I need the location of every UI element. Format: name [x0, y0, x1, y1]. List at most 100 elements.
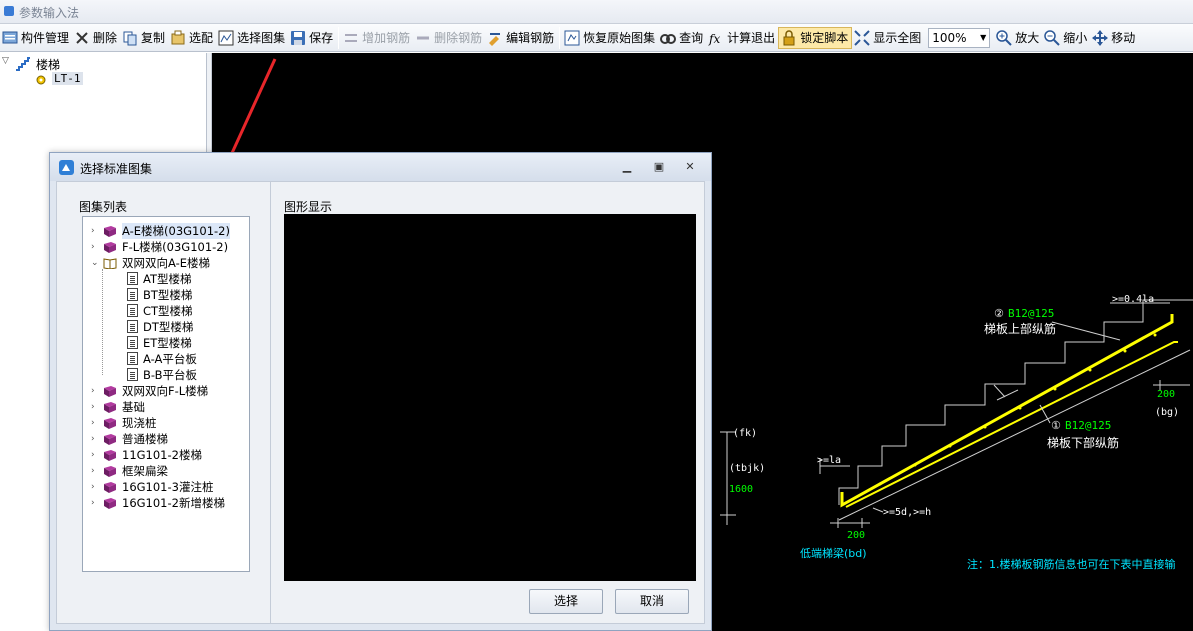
copy-icon: [123, 31, 137, 45]
chevron-right-icon[interactable]: ›: [91, 495, 101, 511]
zoom-out-button[interactable]: 缩小: [1042, 26, 1090, 50]
dim-label-5d: >=5d,>=h: [883, 507, 931, 518]
atlas-select-button[interactable]: 选择图集: [216, 26, 288, 50]
dim-line-vertical: [720, 431, 736, 525]
section-mark: [993, 384, 1019, 401]
leader-line-top: [1051, 321, 1121, 341]
zoom-select[interactable]: 100% ▼: [928, 27, 991, 48]
move-button[interactable]: 移动: [1090, 26, 1138, 50]
atlas-list-label: 图集列表: [79, 200, 128, 214]
zoom-in-icon: [996, 29, 1012, 46]
chevron-right-icon[interactable]: ›: [91, 399, 101, 415]
dialog-app-icon: [59, 160, 74, 175]
low-beam-label: 低端梯梁(bd): [800, 546, 867, 560]
maximize-icon[interactable]: ▣: [651, 160, 667, 174]
chevron-down-icon[interactable]: ▽: [2, 56, 9, 66]
document-icon: [127, 288, 138, 301]
dialog-titlebar[interactable]: 选择标准图集 ▁ ▣ ✕: [50, 153, 711, 181]
component-manage-icon: [2, 31, 18, 43]
chevron-right-icon[interactable]: ›: [91, 383, 101, 399]
delete-rebar-button[interactable]: 删除钢筋: [413, 26, 485, 50]
dialog-body: 图集列表 › A-E楼梯(03G101-2) › F-L楼梯(03G101-2) ⌄ 双网…: [56, 181, 705, 624]
component-manage-button[interactable]: 构件管理: [0, 26, 72, 50]
chevron-right-icon[interactable]: ›: [91, 463, 101, 479]
window-title: 参数输入法: [19, 6, 80, 20]
document-icon: [127, 336, 138, 349]
toolbar-separator: [338, 26, 340, 49]
close-icon[interactable]: ✕: [682, 160, 698, 174]
restore-atlas-button[interactable]: 恢复原始图集: [562, 26, 658, 50]
bottom-rebar-line: [845, 341, 1178, 508]
book-icon: [104, 386, 116, 397]
main-toolbar: 构件管理 删除 复制 选配 选择图集 保存 增加钢筋 删除钢筋 编辑钢筋 恢复原…: [0, 24, 1193, 52]
dim-label-fk: (fk): [733, 428, 757, 439]
query-button[interactable]: 查询: [658, 26, 706, 50]
book-icon: [104, 242, 116, 253]
top-rebar-spec: B12@125: [1008, 307, 1054, 320]
dim-label-04la: >=0.4la: [1112, 294, 1154, 305]
top-rebar-num: ②: [994, 307, 1004, 320]
add-rebar-button[interactable]: 增加钢筋: [341, 26, 413, 50]
bottom-rebar-spec: B12@125: [1065, 419, 1111, 432]
dim-label-1600: 1600: [729, 484, 753, 495]
bottom-rebar-num: ①: [1051, 419, 1061, 432]
book-icon: [104, 226, 116, 237]
tree-guide-line: [102, 269, 103, 375]
calc-exit-icon: fx: [708, 32, 720, 46]
book-icon: [104, 466, 116, 477]
select-match-button[interactable]: 选配: [168, 26, 216, 50]
calc-exit-button[interactable]: fx 计算退出: [706, 26, 778, 50]
book-icon: [104, 450, 116, 461]
cancel-button[interactable]: 取消: [615, 589, 689, 614]
preview-panel: 图形显示: [270, 182, 704, 623]
delete-x-icon: [76, 31, 88, 44]
stair-slab-bottom: [838, 349, 1191, 521]
dialog-title: 选择标准图集: [80, 162, 153, 176]
move-icon: [1092, 29, 1109, 46]
dim-label-200-left: 200: [847, 530, 865, 541]
chevron-right-icon[interactable]: ›: [91, 431, 101, 447]
document-icon: [127, 304, 138, 317]
edit-rebar-button[interactable]: 编辑钢筋: [485, 26, 557, 50]
book-icon: [104, 498, 116, 509]
zoom-in-button[interactable]: 放大: [994, 26, 1042, 50]
dim-line-5d: [872, 507, 884, 513]
save-button[interactable]: 保存: [288, 26, 336, 50]
chevron-right-icon[interactable]: ›: [91, 447, 101, 463]
dim-label-la: >=la: [817, 455, 841, 466]
top-rebar-line: [840, 314, 1174, 508]
edit-rebar-icon: [489, 32, 501, 46]
chevron-right-icon[interactable]: ›: [91, 239, 101, 255]
select-atlas-dialog: 选择标准图集 ▁ ▣ ✕ 图集列表 › A-E楼梯(03G101-2) › F-L楼梯…: [49, 152, 712, 631]
preview-canvas: [284, 214, 696, 581]
chevron-right-icon[interactable]: ›: [91, 223, 101, 239]
canvas-note: 注：1.楼梯板钢筋信息也可在下表中直接输: [967, 557, 1176, 571]
lock-script-button[interactable]: 锁定脚本: [778, 26, 853, 49]
book-icon: [104, 402, 116, 413]
book-icon: [104, 418, 116, 429]
preview-label: 图形显示: [284, 200, 333, 214]
chevron-down-icon[interactable]: ⌄: [91, 255, 101, 271]
document-icon: [127, 368, 138, 381]
delete-button[interactable]: 删除: [72, 26, 120, 50]
fit-all-button[interactable]: 显示全图: [852, 26, 924, 50]
dim-label-200-right: 200: [1157, 389, 1175, 400]
dim-label-bg: (bg): [1155, 407, 1179, 418]
toolbar-separator: [559, 26, 561, 49]
gear-icon: [36, 75, 46, 85]
document-icon: [127, 272, 138, 285]
select-match-icon: [171, 30, 185, 44]
dim-line-200-left: [830, 518, 870, 528]
dim-label-tbjk: (tbjk): [729, 463, 765, 474]
chevron-right-icon[interactable]: ›: [91, 479, 101, 495]
lock-icon: [783, 29, 795, 45]
document-icon: [127, 352, 138, 365]
restore-atlas-icon: [564, 30, 580, 45]
minimize-icon[interactable]: ▁: [619, 160, 635, 174]
select-button[interactable]: 选择: [529, 589, 603, 614]
atlas-tree[interactable]: › A-E楼梯(03G101-2) › F-L楼梯(03G101-2) ⌄ 双网双向A-E…: [82, 216, 250, 572]
chevron-down-icon: ▼: [980, 33, 987, 42]
app-icon: [4, 6, 14, 16]
chevron-right-icon[interactable]: ›: [91, 415, 101, 431]
copy-button[interactable]: 复制: [120, 26, 168, 50]
